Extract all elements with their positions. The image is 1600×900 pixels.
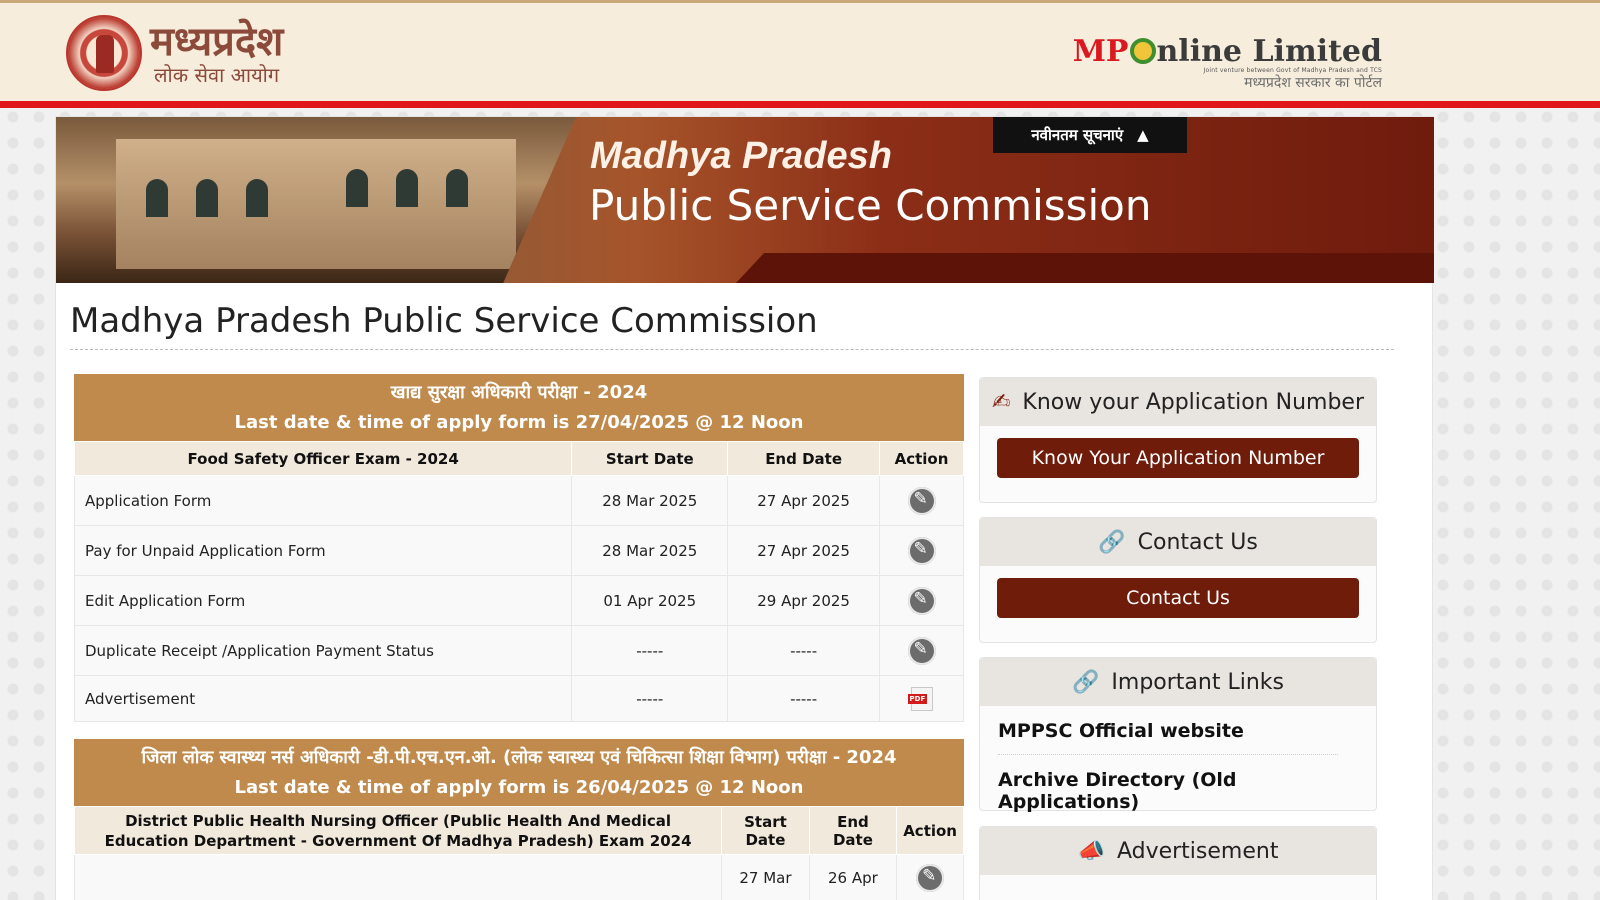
column-header: End Date	[727, 441, 881, 476]
exam-title-hindi: खाद्य सुरक्षा अधिकारी परीक्षा - 2024	[390, 382, 648, 403]
end-date: 27 Apr 2025	[727, 475, 881, 526]
column-header: Action	[879, 441, 964, 476]
latest-news-label: नवीनतम सूचनाएं	[1031, 126, 1124, 144]
edit-icon[interactable]	[907, 636, 936, 665]
panel-advertisement: 📣 Advertisement	[979, 826, 1377, 900]
table-row: Advertisement ----- -----	[73, 675, 964, 722]
panel-title: Know your Application Number	[1022, 389, 1364, 415]
end-date: 26 Apr	[808, 854, 898, 900]
start-date: -----	[571, 625, 729, 676]
end-date: -----	[727, 625, 881, 676]
table-row: 27 Mar 26 Apr	[73, 854, 964, 900]
link-archive-directory[interactable]: Archive Directory (Old Applications)	[998, 754, 1338, 825]
panel-title: Contact Us	[1137, 529, 1258, 555]
mponline-mp: MP	[1072, 34, 1129, 69]
link-mppsc-official[interactable]: MPPSC Official website	[980, 706, 1376, 754]
mppsc-logo[interactable]: मध्यप्रदेश लोक सेवा आयोग	[66, 15, 283, 91]
start-date: 28 Mar 2025	[571, 525, 729, 576]
mponline-rest: nline Limited	[1156, 34, 1383, 69]
row-name: Advertisement	[73, 675, 573, 722]
banner: Madhya Pradesh Public Service Commission…	[56, 117, 1434, 283]
row-name: Application Form	[73, 475, 573, 526]
end-date: 27 Apr 2025	[727, 525, 881, 576]
edit-note-icon: ✍	[991, 389, 1011, 415]
link-icon: 🔗	[1072, 669, 1100, 695]
exam-table: Food Safety Officer Exam - 2024 Start Da…	[73, 441, 964, 722]
table-row: Pay for Unpaid Application Form 28 Mar 2…	[73, 525, 964, 576]
pdf-icon[interactable]	[907, 686, 933, 711]
know-application-number-button[interactable]: Know Your Application Number	[997, 438, 1359, 478]
exam-header: खाद्य सुरक्षा अधिकारी परीक्षा - 2024 Las…	[74, 374, 964, 441]
table-row: Edit Application Form 01 Apr 2025 29 Apr…	[73, 575, 964, 626]
caret-up-icon: ▲	[1137, 126, 1149, 144]
mponline-logo[interactable]: MP nline Limited Joint venture between Go…	[1072, 34, 1383, 92]
edit-icon[interactable]	[907, 536, 936, 565]
column-header: End Date	[808, 806, 898, 855]
logo-subtitle: लोक सेवा आयोग	[154, 63, 280, 87]
table-row: Application Form 28 Mar 2025 27 Apr 2025	[73, 475, 964, 526]
latest-news-tab[interactable]: नवीनतम सूचनाएं ▲	[993, 117, 1187, 153]
start-date: -----	[571, 675, 729, 722]
exam-section-food-safety: खाद्य सुरक्षा अधिकारी परीक्षा - 2024 Las…	[73, 374, 964, 722]
row-name: Duplicate Receipt /Application Payment S…	[73, 625, 573, 676]
main-frame: Madhya Pradesh Public Service Commission…	[55, 116, 1434, 900]
mponline-o-icon	[1129, 38, 1156, 64]
page-title: Madhya Pradesh Public Service Commission	[70, 301, 818, 341]
banner-title-line1: Madhya Pradesh	[590, 135, 892, 177]
start-date: 27 Mar	[721, 854, 810, 900]
megaphone-icon: 📣	[1077, 838, 1105, 864]
panel-title: Advertisement	[1116, 838, 1279, 864]
edit-icon[interactable]	[907, 486, 936, 515]
column-header: Start Date	[571, 441, 729, 476]
site-header: मध्यप्रदेश लोक सेवा आयोग MP nline Limited…	[0, 0, 1600, 108]
panel-contact: 🔗 Contact Us Contact Us	[979, 517, 1377, 643]
link-icon: 🔗	[1098, 529, 1126, 555]
column-header: Food Safety Officer Exam - 2024	[73, 441, 573, 476]
logo-title: मध्यप्रदेश	[150, 18, 284, 65]
banner-title-line2: Public Service Commission	[589, 181, 1152, 230]
panel-important-links: 🔗 Important Links MPPSC Official website…	[979, 657, 1377, 813]
edit-icon[interactable]	[907, 586, 936, 615]
row-name: Pay for Unpaid Application Form	[73, 525, 573, 576]
end-date: 29 Apr 2025	[727, 575, 881, 626]
exam-title-hindi: जिला लोक स्वास्थ्य नर्स अधिकारी -डी.पी.ए…	[141, 747, 897, 768]
exam-last-date: Last date & time of apply form is 26/04/…	[234, 777, 804, 798]
start-date: 01 Apr 2025	[571, 575, 729, 626]
exam-last-date: Last date & time of apply form is 27/04/…	[234, 412, 804, 433]
building-photo	[56, 117, 576, 283]
panel-title: Important Links	[1111, 669, 1284, 695]
end-date: -----	[727, 675, 881, 722]
column-header: Start Date	[721, 806, 810, 855]
panel-application-number: ✍ Know your Application Number Know Your…	[979, 377, 1377, 503]
row-name	[73, 854, 723, 900]
edit-icon[interactable]	[916, 863, 945, 892]
row-name: Edit Application Form	[73, 575, 573, 626]
divider	[70, 349, 1394, 350]
mp-emblem-icon	[66, 15, 142, 91]
mponline-hindi: मध्यप्रदेश सरकार का पोर्टल	[1244, 75, 1382, 91]
exam-header: जिला लोक स्वास्थ्य नर्स अधिकारी -डी.पी.ए…	[74, 739, 964, 806]
exam-table: District Public Health Nursing Officer (…	[73, 806, 964, 900]
start-date: 28 Mar 2025	[571, 475, 729, 526]
contact-us-button[interactable]: Contact Us	[997, 578, 1359, 618]
exam-section-dphno: जिला लोक स्वास्थ्य नर्स अधिकारी -डी.पी.ए…	[73, 739, 964, 900]
table-row: Duplicate Receipt /Application Payment S…	[73, 625, 964, 676]
column-header: District Public Health Nursing Officer (…	[73, 806, 723, 855]
column-header: Action	[896, 806, 964, 855]
